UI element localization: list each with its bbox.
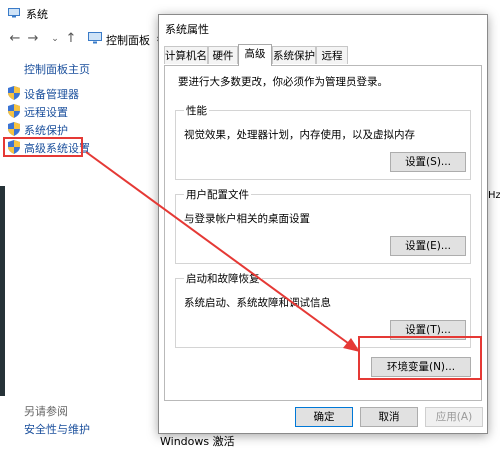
history-dropdown-icon[interactable]: ⌄ <box>48 32 62 46</box>
user-profiles-title: 用户配置文件 <box>184 187 251 202</box>
breadcrumb[interactable]: 控制面板 › <box>88 29 160 49</box>
user-profiles-description: 与登录帐户相关的桌面设置 <box>184 213 310 225</box>
shield-icon <box>8 122 20 136</box>
tab-strip: 计算机名 硬件 高级 系统保护 远程 <box>164 44 482 66</box>
computer-icon <box>8 8 20 18</box>
control-panel-icon <box>88 32 102 44</box>
tab-computer-name[interactable]: 计算机名 <box>164 46 208 64</box>
sidebar-control-panel-home[interactable]: 控制面板主页 <box>24 61 90 77</box>
annotation-highlight-env-button <box>358 336 482 380</box>
cpu-frequency-text: Hz <box>488 190 500 201</box>
sidebar-item-label: 设备管理器 <box>24 88 79 101</box>
dialog-title: 系统属性 <box>165 23 209 36</box>
performance-settings-button[interactable]: 设置(S)... <box>390 152 466 172</box>
sidebar-item-label: 系统保护 <box>24 124 68 137</box>
startup-recovery-title: 启动和故障恢复 <box>184 271 262 286</box>
tab-advanced[interactable]: 高级 <box>238 44 272 66</box>
user-profiles-settings-button[interactable]: 设置(E)... <box>390 236 466 256</box>
desktop-edge <box>0 186 5 396</box>
cancel-button[interactable]: 取消 <box>360 407 418 427</box>
sidebar-item-label: 远程设置 <box>24 106 68 119</box>
performance-title: 性能 <box>184 103 209 118</box>
admin-note: 要进行大多数更改，你必须作为管理员登录。 <box>178 76 388 88</box>
system-window-title: 系统 <box>26 8 48 21</box>
shield-icon <box>8 104 20 118</box>
see-also-heading: 另请参阅 <box>24 405 68 418</box>
apply-button[interactable]: 应用(A) <box>425 407 483 427</box>
user-profiles-group: 用户配置文件 与登录帐户相关的桌面设置 设置(E)... <box>175 187 471 264</box>
back-arrow-icon[interactable]: ← <box>8 32 22 46</box>
up-arrow-icon[interactable]: ↑ <box>64 32 78 46</box>
performance-description: 视觉效果，处理器计划，内存使用，以及虚拟内存 <box>184 129 415 141</box>
security-maintenance-link[interactable]: 安全性与维护 <box>24 421 90 437</box>
windows-activation-label: Windows 激活 <box>160 435 235 448</box>
tab-hardware[interactable]: 硬件 <box>208 46 238 64</box>
startup-recovery-description: 系统启动、系统故障和调试信息 <box>184 297 331 309</box>
annotation-highlight-sidebar <box>3 137 83 157</box>
tab-remote[interactable]: 远程 <box>316 46 348 64</box>
forward-arrow-icon[interactable]: → <box>26 32 40 46</box>
performance-group: 性能 视觉效果，处理器计划，内存使用，以及虚拟内存 设置(S)... <box>175 103 471 180</box>
tab-system-protection[interactable]: 系统保护 <box>272 46 316 64</box>
shield-icon <box>8 86 20 100</box>
ok-button[interactable]: 确定 <box>295 407 353 427</box>
breadcrumb-control-panel[interactable]: 控制面板 <box>106 32 150 48</box>
